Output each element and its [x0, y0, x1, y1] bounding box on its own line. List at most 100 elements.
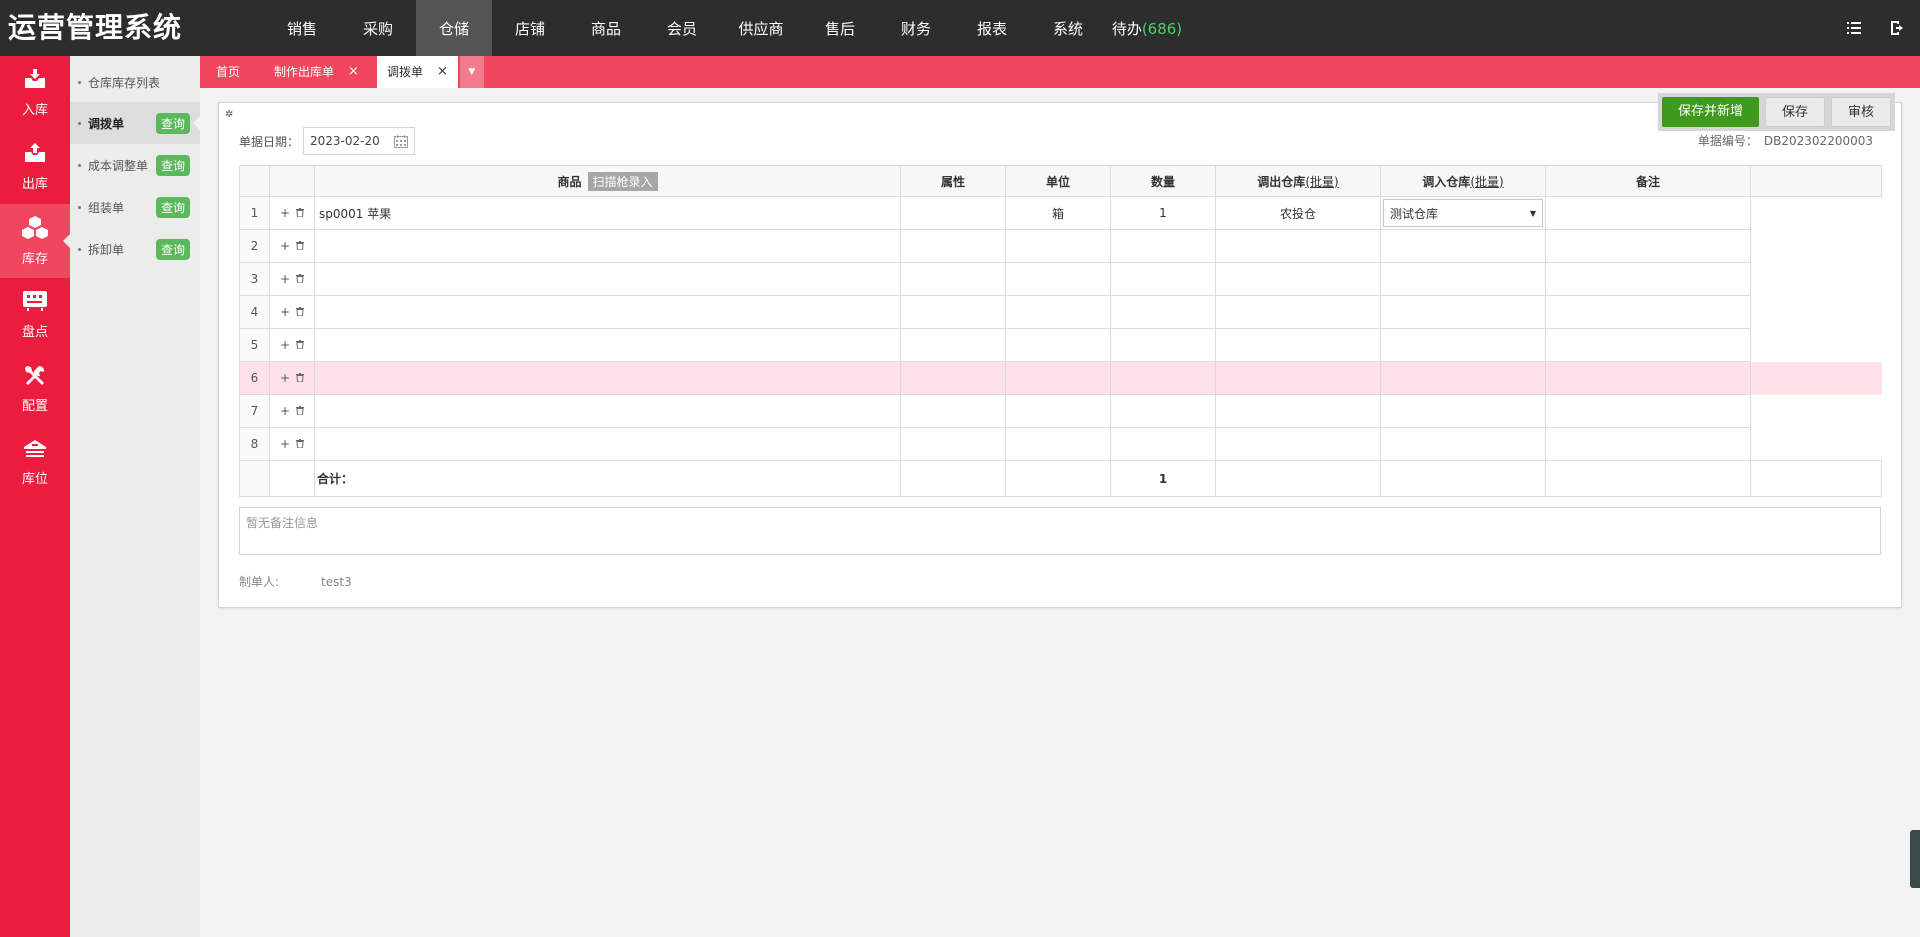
trash-icon[interactable]: [296, 371, 305, 385]
unit-cell[interactable]: 箱: [1005, 196, 1111, 230]
submenu-item-assembly[interactable]: 组装单 查询: [70, 186, 200, 228]
trash-icon[interactable]: [296, 272, 305, 286]
attr-cell[interactable]: [900, 295, 1006, 329]
unit-cell[interactable]: [1005, 328, 1111, 362]
in-wh-cell[interactable]: [1380, 361, 1546, 395]
out-wh-cell[interactable]: [1215, 262, 1381, 296]
in-wh-cell[interactable]: [1380, 229, 1546, 263]
out-wh-cell[interactable]: [1215, 394, 1381, 428]
close-icon[interactable]: ×: [348, 56, 359, 88]
unit-cell[interactable]: [1005, 394, 1111, 428]
in-wh-cell[interactable]: [1380, 328, 1546, 362]
save-and-new-button[interactable]: 保存并新增: [1661, 97, 1759, 127]
nav-goods[interactable]: 商品: [568, 0, 644, 56]
tabs-dropdown-icon[interactable]: ▼: [459, 56, 484, 88]
qty-cell[interactable]: [1110, 295, 1216, 329]
sidebar-item-location[interactable]: 库位: [0, 426, 70, 500]
remark-cell[interactable]: [1545, 295, 1751, 329]
product-cell[interactable]: [314, 229, 901, 263]
in-wh-batch-link[interactable]: (批量): [1470, 175, 1503, 189]
qty-cell[interactable]: [1110, 328, 1216, 362]
attr-cell[interactable]: [900, 394, 1006, 428]
close-icon[interactable]: ×: [437, 56, 448, 88]
unit-cell[interactable]: [1005, 229, 1111, 263]
unit-cell[interactable]: [1005, 295, 1111, 329]
nav-system[interactable]: 系统: [1030, 0, 1106, 56]
sidebar-item-outbound[interactable]: 出库: [0, 130, 70, 204]
add-row-icon[interactable]: +: [280, 206, 290, 220]
side-scroll-handle[interactable]: [1910, 830, 1920, 888]
query-tag[interactable]: 查询: [155, 113, 190, 134]
in-wh-cell[interactable]: [1380, 394, 1546, 428]
trash-icon[interactable]: [296, 404, 305, 418]
add-row-icon[interactable]: +: [280, 239, 290, 253]
remark-cell[interactable]: [1545, 361, 1751, 395]
qty-cell[interactable]: 1: [1110, 196, 1216, 230]
product-cell[interactable]: [314, 427, 901, 461]
save-button[interactable]: 保存: [1764, 97, 1825, 127]
nav-storage[interactable]: 仓储: [416, 0, 492, 56]
in-wh-select[interactable]: 测试仓库 ▼: [1383, 199, 1543, 227]
qty-cell[interactable]: [1110, 394, 1216, 428]
trash-icon[interactable]: [296, 305, 305, 319]
nav-finance[interactable]: 财务: [878, 0, 954, 56]
attr-cell[interactable]: [900, 328, 1006, 362]
in-wh-cell[interactable]: [1380, 427, 1546, 461]
nav-purchase[interactable]: 采购: [340, 0, 416, 56]
tab-make-outbound[interactable]: 制作出库单 ×: [256, 56, 377, 88]
product-cell[interactable]: [314, 361, 901, 395]
calendar-icon[interactable]: [394, 135, 409, 151]
nav-sales[interactable]: 销售: [264, 0, 340, 56]
remark-cell[interactable]: [1545, 196, 1751, 230]
in-wh-cell[interactable]: [1380, 295, 1546, 329]
add-row-icon[interactable]: +: [280, 371, 290, 385]
out-wh-cell[interactable]: [1215, 427, 1381, 461]
product-cell[interactable]: sp0001 苹果: [314, 196, 901, 230]
remark-cell[interactable]: [1545, 427, 1751, 461]
date-field[interactable]: 2023-02-20: [303, 127, 416, 155]
query-tag[interactable]: 查询: [155, 197, 190, 218]
remark-cell[interactable]: [1545, 262, 1751, 296]
qty-cell[interactable]: [1110, 262, 1216, 296]
out-wh-cell[interactable]: [1215, 229, 1381, 263]
remark-cell[interactable]: [1545, 328, 1751, 362]
qty-cell[interactable]: [1110, 229, 1216, 263]
list-menu-icon[interactable]: [1832, 0, 1876, 56]
trash-icon[interactable]: [296, 437, 305, 451]
out-wh-cell[interactable]: [1215, 295, 1381, 329]
qty-cell[interactable]: [1110, 427, 1216, 461]
submenu-item-inventory-list[interactable]: 仓库库存列表: [70, 62, 200, 102]
unit-cell[interactable]: [1005, 427, 1111, 461]
nav-member[interactable]: 会员: [644, 0, 720, 56]
add-row-icon[interactable]: +: [280, 404, 290, 418]
submenu-item-cost-adjust[interactable]: 成本调整单 查询: [70, 144, 200, 186]
qty-cell[interactable]: [1110, 361, 1216, 395]
out-wh-cell[interactable]: 农投仓: [1215, 196, 1381, 230]
add-row-icon[interactable]: +: [280, 437, 290, 451]
nav-report[interactable]: 报表: [954, 0, 1030, 56]
unit-cell[interactable]: [1005, 361, 1111, 395]
tab-home[interactable]: 首页: [200, 56, 256, 88]
add-row-icon[interactable]: +: [280, 305, 290, 319]
unit-cell[interactable]: [1005, 262, 1111, 296]
nav-todo[interactable]: 待办(686): [1106, 0, 1188, 56]
tab-transfer[interactable]: 调拨单 ×: [376, 56, 458, 88]
sidebar-item-stocktake[interactable]: 盘点: [0, 278, 70, 352]
trash-icon[interactable]: [296, 239, 305, 253]
out-wh-cell[interactable]: [1215, 361, 1381, 395]
nav-store[interactable]: 店铺: [492, 0, 568, 56]
remark-cell[interactable]: [1545, 229, 1751, 263]
attr-cell[interactable]: [900, 262, 1006, 296]
product-cell[interactable]: [314, 394, 901, 428]
product-cell[interactable]: [314, 328, 901, 362]
attr-cell[interactable]: [900, 427, 1006, 461]
attr-cell[interactable]: [900, 229, 1006, 263]
attr-cell[interactable]: [900, 196, 1006, 230]
remark-textarea[interactable]: 暂无备注信息: [239, 507, 1881, 555]
out-wh-batch-link[interactable]: (批量): [1305, 175, 1338, 189]
out-wh-cell[interactable]: [1215, 328, 1381, 362]
query-tag[interactable]: 查询: [155, 155, 190, 176]
trash-icon[interactable]: [296, 338, 305, 352]
nav-supplier[interactable]: 供应商: [720, 0, 802, 56]
logout-icon[interactable]: [1876, 0, 1920, 56]
